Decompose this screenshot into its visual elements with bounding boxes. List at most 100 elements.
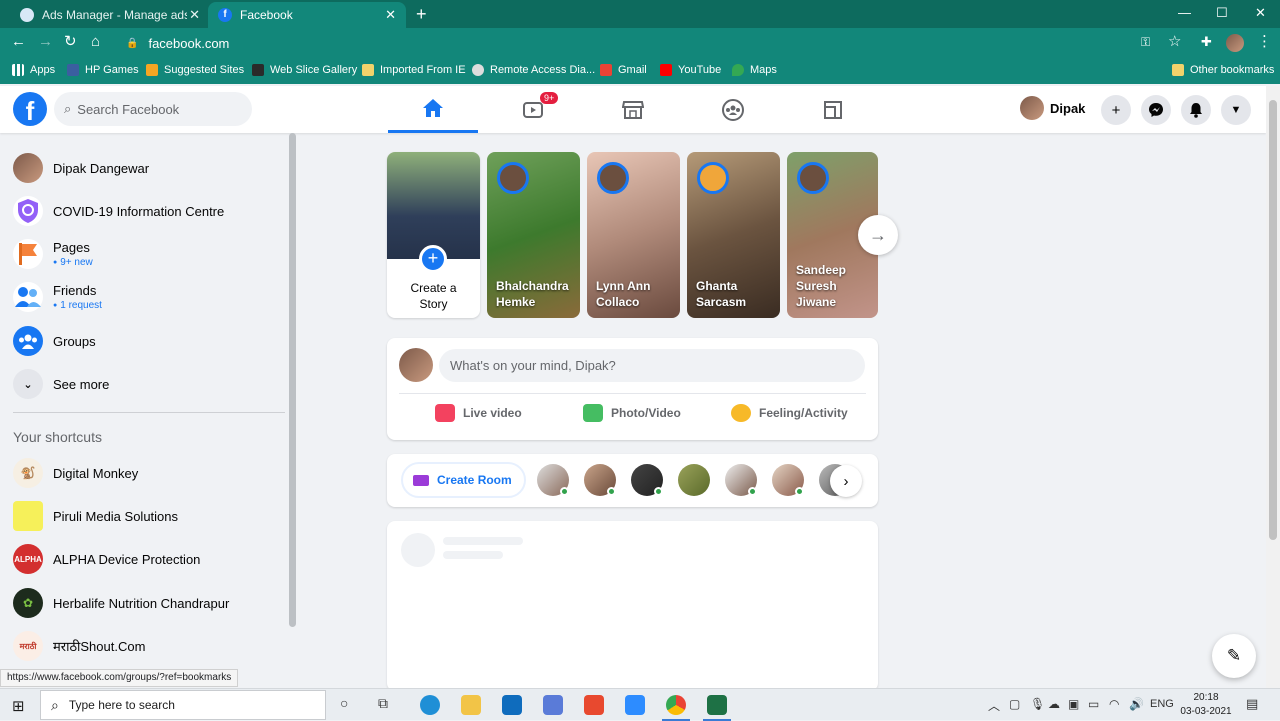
- bookmark-maps[interactable]: Maps: [732, 64, 777, 76]
- sidebar-item-covid-info[interactable]: COVID-19 Information Centre: [13, 196, 224, 226]
- nav-tab-home[interactable]: [388, 86, 478, 133]
- pages-new-count: 9+ new: [53, 257, 93, 268]
- office-icon[interactable]: [584, 695, 604, 715]
- sidebar-item-profile[interactable]: Dipak Dangewar: [13, 153, 149, 183]
- taskbar-clock[interactable]: 20:18 03-03-2021: [1178, 691, 1234, 719]
- stories-next-arrow-icon[interactable]: →: [858, 215, 898, 255]
- mail-icon[interactable]: [502, 695, 522, 715]
- sidebar-item-groups[interactable]: Groups: [13, 326, 96, 356]
- maximize-icon[interactable]: ☐: [1216, 5, 1228, 21]
- bookmark-star-icon[interactable]: ☆: [1168, 34, 1181, 50]
- bookmark-web-slice-gallery[interactable]: Web Slice Gallery: [252, 64, 357, 76]
- window-close-icon[interactable]: ✕: [1255, 5, 1266, 21]
- tray-overflow-chevron-up-icon[interactable]: ︿: [988, 697, 1000, 714]
- create-story-card[interactable]: + Create a Story: [387, 152, 480, 318]
- scrollbar-thumb[interactable]: [1269, 100, 1277, 540]
- minimize-icon[interactable]: —: [1178, 5, 1191, 20]
- bookmark-gmail[interactable]: Gmail: [600, 64, 647, 76]
- sidebar-item-see-more[interactable]: ⌄ See more: [13, 369, 109, 399]
- online-contact-avatar[interactable]: [725, 464, 757, 496]
- account-menu-chevron-down-icon[interactable]: ▼: [1221, 95, 1251, 125]
- chrome-menu-icon[interactable]: ⋮: [1257, 34, 1272, 50]
- home-icon[interactable]: ⌂: [91, 34, 100, 50]
- marathishout-logo-icon: मराठी: [13, 631, 43, 661]
- chrome-profile-avatar[interactable]: [1226, 34, 1244, 52]
- tab-facebook[interactable]: f Facebook ✕: [208, 2, 406, 28]
- notification-center-icon[interactable]: ▤: [1246, 696, 1258, 712]
- close-tab-icon[interactable]: ✕: [189, 7, 200, 23]
- windows-start-icon[interactable]: ⊞: [12, 697, 25, 715]
- bookmark-youtube[interactable]: YouTube: [660, 64, 721, 76]
- excel-icon[interactable]: [703, 695, 731, 721]
- extensions-puzzle-icon[interactable]: ✚: [1201, 34, 1212, 50]
- facebook-search-input[interactable]: ⌕ Search Facebook: [54, 92, 252, 126]
- new-message-compose-icon[interactable]: ✎: [1212, 634, 1256, 678]
- tray-app-icon[interactable]: ▣: [1068, 697, 1079, 711]
- notifications-bell-icon[interactable]: [1181, 95, 1211, 125]
- battery-icon[interactable]: ▭: [1088, 697, 1099, 711]
- nav-tab-marketplace[interactable]: [588, 86, 678, 133]
- shortcut-herbalife[interactable]: ✿ Herbalife Nutrition Chandrapur: [13, 588, 229, 618]
- online-contact-avatar[interactable]: [631, 464, 663, 496]
- back-arrow-icon[interactable]: ←: [11, 34, 26, 50]
- bookmark-other-bookmarks[interactable]: Other bookmarks: [1172, 64, 1274, 76]
- input-language[interactable]: ENG: [1150, 698, 1174, 710]
- bookmark-hp-games[interactable]: HP Games: [67, 64, 139, 76]
- add-story-plus-icon[interactable]: +: [419, 245, 447, 273]
- taskbar-search-input[interactable]: ⌕ Type here to search: [40, 690, 326, 720]
- nav-tab-groups[interactable]: [688, 86, 778, 133]
- cloud-icon[interactable]: ☁: [1048, 697, 1060, 711]
- tray-app-icon[interactable]: ▢: [1009, 697, 1020, 711]
- online-contact-avatar[interactable]: [584, 464, 616, 496]
- chrome-icon[interactable]: [662, 695, 690, 721]
- rooms-next-chevron-icon[interactable]: ›: [830, 465, 862, 497]
- new-tab-plus-icon[interactable]: +: [416, 4, 427, 25]
- shortcut-alpha-device[interactable]: ALPHA ALPHA Device Protection: [13, 544, 200, 574]
- page-scrollbar[interactable]: [1266, 86, 1280, 688]
- bookmark-imported-from-ie[interactable]: Imported From IE: [362, 64, 466, 76]
- wifi-icon[interactable]: ◠: [1109, 697, 1119, 711]
- edge-browser-icon[interactable]: [420, 695, 440, 715]
- nav-tab-gaming[interactable]: [788, 86, 878, 133]
- online-contact-avatar[interactable]: [678, 464, 710, 496]
- online-contact-avatar[interactable]: [772, 464, 804, 496]
- messenger-icon[interactable]: [1141, 95, 1171, 125]
- zoom-icon[interactable]: [625, 695, 645, 715]
- live-video-button[interactable]: Live video: [435, 404, 522, 422]
- bookmark-apps[interactable]: Apps: [12, 64, 55, 76]
- create-room-button[interactable]: Create Room: [401, 462, 526, 498]
- profile-shortcut[interactable]: Dipak: [1020, 96, 1085, 120]
- shortcut-piruli-media[interactable]: Piruli Media Solutions: [13, 501, 178, 531]
- photo-video-button[interactable]: Photo/Video: [583, 404, 681, 422]
- bookmark-suggested-sites[interactable]: Suggested Sites: [146, 64, 244, 76]
- create-plus-button[interactable]: +: [1101, 95, 1131, 125]
- sidebar-scrollbar[interactable]: [289, 133, 296, 627]
- shortcut-marathishout[interactable]: मराठी मराठीShout.Com: [13, 631, 145, 661]
- bookmark-remote-access[interactable]: Remote Access Dia...: [472, 64, 595, 76]
- cortana-circle-icon[interactable]: ○: [340, 695, 348, 711]
- tab-ads-manager[interactable]: Ads Manager - Manage ads - Ca ✕: [10, 2, 210, 28]
- feeling-activity-button[interactable]: Feeling/Activity: [731, 404, 848, 422]
- bookmark-label: Maps: [750, 64, 777, 76]
- task-view-icon[interactable]: ⧉: [378, 695, 388, 712]
- story-card[interactable]: Lynn Ann Collaco: [587, 152, 680, 318]
- story-card[interactable]: Ghanta Sarcasm: [687, 152, 780, 318]
- file-explorer-icon[interactable]: [461, 695, 481, 715]
- shortcut-digital-monkey[interactable]: 🐒 Digital Monkey: [13, 458, 138, 488]
- volume-icon[interactable]: 🔊: [1129, 697, 1144, 711]
- whats-on-your-mind-input[interactable]: What's on your mind, Dipak?: [439, 349, 865, 382]
- microphone-icon[interactable]: 🎙: [1030, 697, 1045, 711]
- story-card[interactable]: Bhalchandra Hemke: [487, 152, 580, 318]
- pen-app-icon[interactable]: [543, 695, 563, 715]
- key-icon[interactable]: ⚿: [1141, 34, 1150, 50]
- reload-icon[interactable]: ↻: [64, 34, 77, 50]
- nav-tab-watch[interactable]: [488, 86, 578, 133]
- sidebar-item-pages[interactable]: Pages 9+ new: [13, 239, 93, 269]
- online-contact-avatar[interactable]: [537, 464, 569, 496]
- sidebar-item-text: Pages 9+ new: [53, 240, 93, 268]
- close-tab-icon[interactable]: ✕: [385, 7, 396, 23]
- sidebar-item-friends[interactable]: Friends 1 request: [13, 282, 102, 312]
- forward-arrow-icon[interactable]: →: [38, 34, 53, 50]
- facebook-logo-icon[interactable]: f: [13, 92, 47, 126]
- url-field[interactable]: 🔒 facebook.com: [116, 31, 1126, 55]
